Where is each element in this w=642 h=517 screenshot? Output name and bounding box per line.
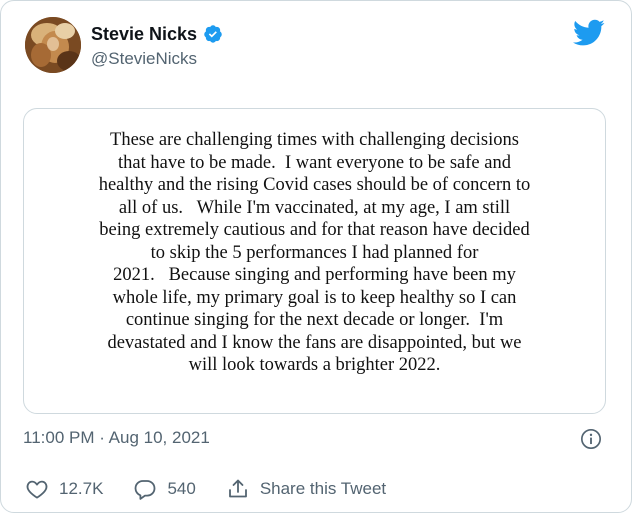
reply-button[interactable]: 540 [133, 477, 196, 501]
statement-text: These are challenging times with challen… [24, 129, 605, 377]
tweet-timestamp[interactable]: 11:00 PM · Aug 10, 2021 [23, 427, 210, 449]
twitter-bird-icon[interactable] [573, 19, 605, 47]
statement-line: devastated and I know the fans are disap… [107, 332, 522, 353]
statement-line: that have to be made. I want everyone to… [118, 152, 511, 173]
statement-image[interactable]: These are challenging times with challen… [23, 108, 606, 414]
statement-line: 2021. Because singing and performing hav… [113, 265, 516, 285]
display-name[interactable]: Stevie Nicks [91, 23, 197, 45]
tweet-actions: 12.7K 540 Share this Tweet [25, 475, 416, 503]
display-name-row[interactable]: Stevie Nicks [91, 23, 223, 45]
statement-line: will look towards a brighter 2022. [188, 355, 441, 375]
avatar[interactable] [25, 17, 81, 73]
heart-icon [25, 477, 49, 501]
verified-badge-icon [203, 24, 223, 44]
statement-line: healthy and the rising Covid cases shoul… [98, 175, 531, 195]
tweet-card: Stevie Nicks @StevieNicks These are chal… [0, 0, 632, 513]
share-icon [226, 477, 250, 501]
info-icon[interactable] [580, 428, 602, 450]
like-button[interactable]: 12.7K [25, 477, 103, 501]
author-info[interactable]: Stevie Nicks @StevieNicks [91, 23, 223, 70]
reply-icon [133, 477, 157, 501]
statement-line: to skip the 5 performances I had planned… [150, 242, 479, 263]
share-label: Share this Tweet [259, 479, 387, 498]
reply-count: 540 [167, 479, 196, 498]
tweet-header: Stevie Nicks @StevieNicks [25, 17, 611, 77]
statement-line: all of us. While I'm vaccinated, at my a… [118, 197, 511, 218]
statement-line: continue singing for the next decade or … [125, 310, 504, 330]
like-count: 12.7K [59, 479, 104, 498]
statement-line: whole life, my primary goal is to keep h… [112, 287, 517, 308]
statement-line: These are challenging times with challen… [110, 130, 519, 150]
statement-line: being extremely cautious and for that re… [99, 220, 530, 240]
share-button[interactable]: Share this Tweet [226, 477, 386, 501]
handle[interactable]: @StevieNicks [91, 48, 223, 70]
